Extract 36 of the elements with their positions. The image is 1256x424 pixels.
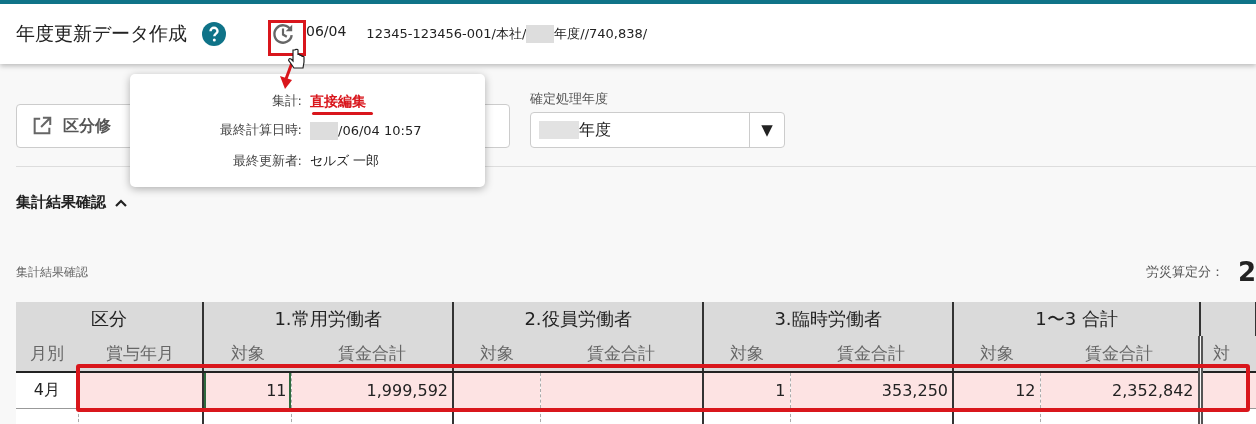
column-header: 月別 xyxy=(16,336,78,372)
redaction-mark xyxy=(310,122,338,140)
direct-edit-link[interactable]: 直接編集 xyxy=(310,93,366,109)
info-value: セルズ 一郎 xyxy=(310,153,380,169)
table-cell: 1 xyxy=(703,372,790,409)
info-value: /06/04 10:57 xyxy=(338,123,422,139)
info-label: 集計: xyxy=(270,93,302,109)
table-cell: 353,250 xyxy=(790,372,953,409)
month-cell: 4月 xyxy=(16,372,78,409)
page-title: 年度更新データ作成 xyxy=(16,21,187,46)
path-text: 年度//740,838/ xyxy=(554,25,648,43)
table-cell: 12 xyxy=(953,372,1040,409)
column-group-header: 3.臨時労働者 xyxy=(703,302,953,336)
date-text: 06/04 xyxy=(306,23,347,39)
section-header[interactable]: 集計結果確認 xyxy=(16,193,128,212)
column-group-header: 2.役員労働者 xyxy=(453,302,703,336)
column-group-header: 1〜3 合計 xyxy=(953,302,1200,336)
help-icon[interactable] xyxy=(202,22,226,46)
info-label: 最終計算日時: xyxy=(218,122,302,139)
column-group-header: 区分 xyxy=(16,302,203,336)
redaction-mark xyxy=(526,25,555,43)
table-cell: 11 xyxy=(203,372,291,409)
redaction-mark xyxy=(539,121,579,139)
summary-value: 2 xyxy=(1238,257,1256,287)
table-caption: 集計結果確認 xyxy=(16,263,89,281)
field-label: 確定処理年度 xyxy=(530,90,609,108)
year-select[interactable]: 年度 ▼ xyxy=(530,112,785,148)
external-link-icon xyxy=(31,115,53,137)
summary-label: 労災算定分： xyxy=(1146,263,1224,281)
history-icon[interactable] xyxy=(270,21,296,47)
info-label: 最終更新者: xyxy=(231,153,302,169)
column-group-header: 1.常用労働者 xyxy=(203,302,453,336)
underline-mark xyxy=(312,112,373,115)
path-text: 12345-123456-001/本社/ xyxy=(366,25,527,43)
table-cell: 1,999,592 xyxy=(291,372,453,409)
table-cell: 2,352,842 xyxy=(1040,372,1200,409)
